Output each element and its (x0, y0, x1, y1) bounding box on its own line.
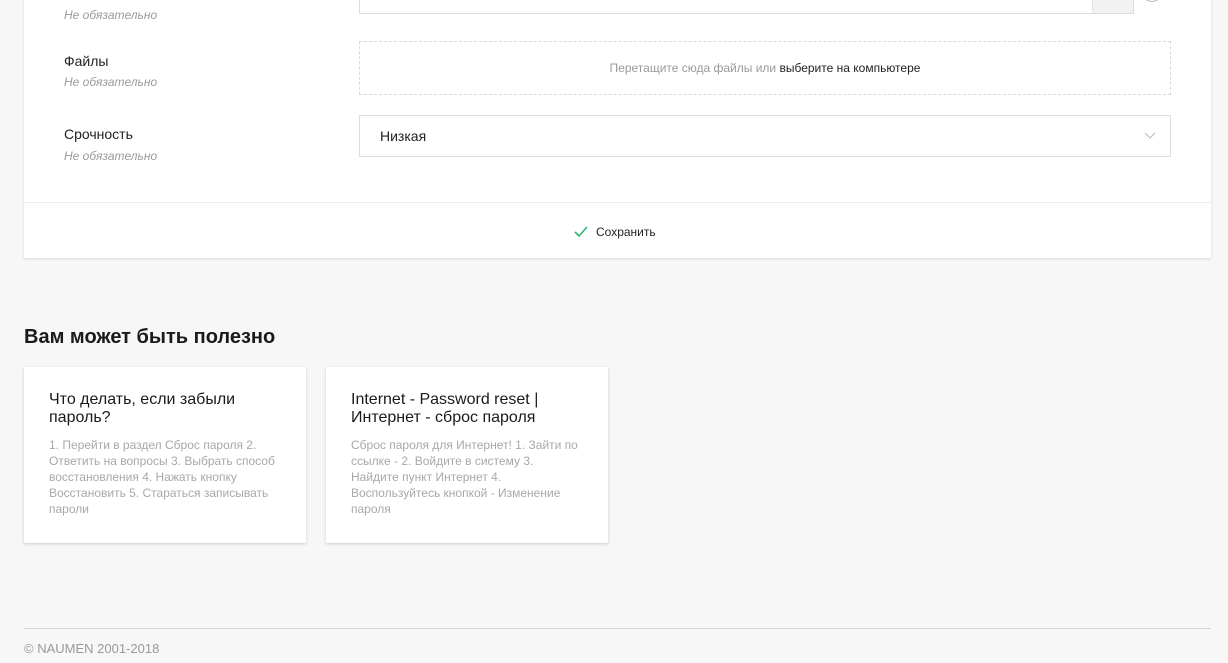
article-card[interactable]: Что делать, если забыли пароль? 1. Перей… (24, 367, 306, 543)
article-title[interactable]: Internet - Password reset | Интернет - с… (351, 391, 583, 427)
top-field-hint: Не обязательно (64, 8, 158, 22)
useful-section-title: Вам может быть полезно (24, 326, 276, 348)
article-title[interactable]: Что делать, если забыли пароль? (49, 391, 281, 427)
footer-divider (24, 628, 1211, 629)
chevron-down-icon (1144, 132, 1156, 139)
top-field-button[interactable] (1092, 0, 1133, 13)
article-text: 1. Перейти в раздел Сброс пароля 2. Отве… (49, 438, 275, 516)
choose-file-link[interactable]: выберите на компьютере (779, 61, 920, 75)
checkmark-icon (574, 226, 588, 238)
urgency-select[interactable]: Низкая (359, 115, 1171, 157)
dropzone-text: Перетащите сюда файлы или (609, 61, 777, 75)
urgency-hint: Не обязательно (64, 149, 158, 163)
files-hint: Не обязательно (64, 75, 158, 89)
urgency-selected-value: Низкая (380, 128, 427, 144)
copyright-text: © NAUMEN 2001-2018 (24, 641, 160, 656)
save-button[interactable]: Сохранить (574, 222, 656, 242)
files-label: Файлы (64, 53, 109, 69)
urgency-label: Срочность (64, 126, 133, 142)
help-icon[interactable] (1142, 0, 1162, 2)
article-text: Сброс пароля для Интернет! 1. Зайти по с… (351, 438, 578, 516)
form-divider (24, 202, 1211, 203)
save-button-label: Сохранить (596, 225, 656, 239)
file-dropzone[interactable]: Перетащите сюда файлы или выберите на ко… (359, 41, 1171, 95)
article-card[interactable]: Internet - Password reset | Интернет - с… (326, 367, 608, 543)
top-field-input[interactable] (359, 0, 1134, 14)
request-form-card: Не обязательно Файлы Не обязательно Пере… (24, 0, 1211, 258)
